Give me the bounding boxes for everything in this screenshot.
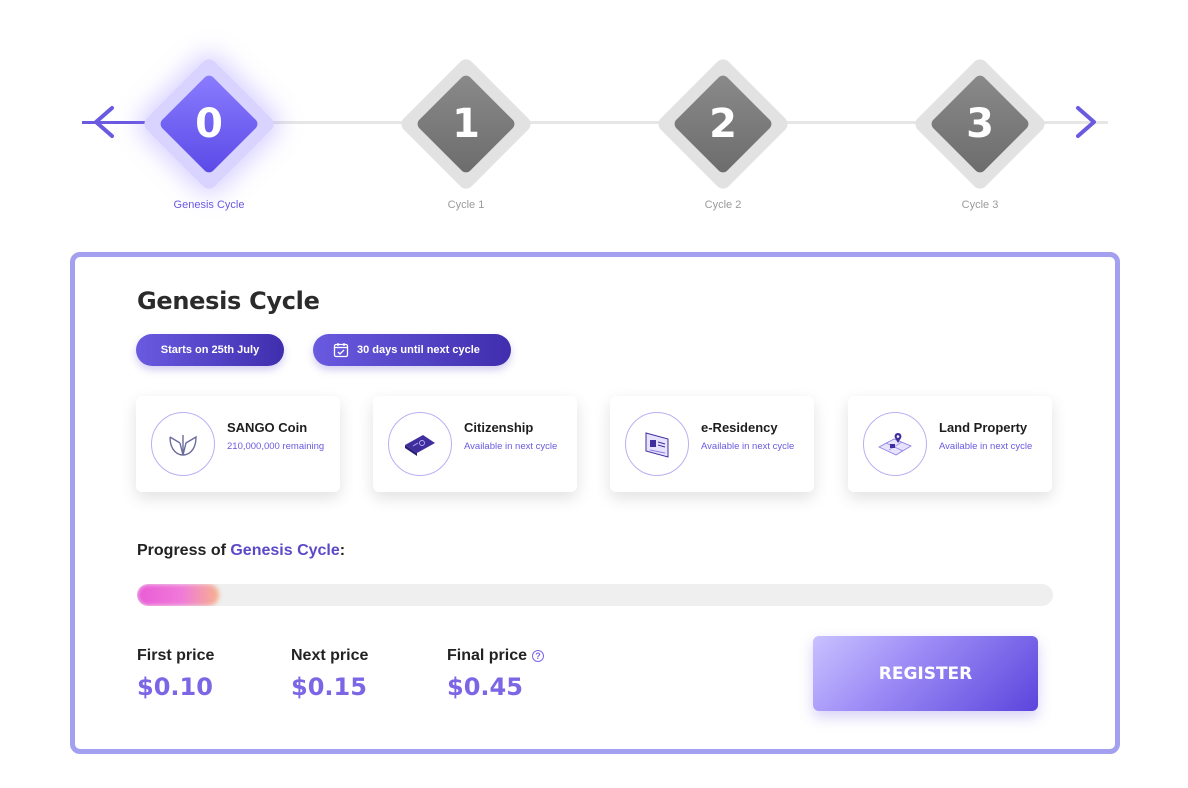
step-genesis-cycle[interactable]: 0 Genesis Cycle bbox=[129, 0, 289, 230]
id-card-icon bbox=[625, 412, 689, 476]
progress-bar bbox=[137, 584, 1053, 606]
chevron-right-icon[interactable] bbox=[1068, 104, 1102, 140]
passport-icon bbox=[388, 412, 452, 476]
progress-label-suffix: : bbox=[339, 542, 346, 559]
step-number: 0 bbox=[195, 101, 223, 147]
step-cycle-1[interactable]: 1 Cycle 1 bbox=[386, 0, 546, 230]
feature-subtitle: Available in next cycle bbox=[939, 441, 1033, 452]
price-value: $0.15 bbox=[291, 673, 367, 701]
feature-card-sango-coin: SANGO Coin 210,000,000 remaining bbox=[136, 396, 340, 492]
sango-coin-icon bbox=[151, 412, 215, 476]
step-label: Cycle 1 bbox=[447, 199, 485, 211]
feature-card-land-property: Land Property Available in next cycle bbox=[848, 396, 1052, 492]
progress-bar-fill bbox=[137, 584, 220, 606]
feature-card-citizenship: Citizenship Available in next cycle bbox=[373, 396, 577, 492]
progress-label: Progress of Genesis Cycle: bbox=[137, 542, 345, 560]
price-label-text: Next price bbox=[291, 647, 369, 664]
step-cycle-2[interactable]: 2 Cycle 2 bbox=[643, 0, 803, 230]
step-number: 3 bbox=[966, 101, 994, 147]
progress-label-cycle: Genesis Cycle bbox=[230, 542, 340, 559]
step-number: 1 bbox=[452, 101, 480, 147]
land-map-icon bbox=[863, 412, 927, 476]
first-price: First price $0.10 bbox=[137, 647, 214, 701]
feature-title: Land Property bbox=[939, 420, 1028, 435]
next-price: Next price $0.15 bbox=[291, 647, 368, 701]
feature-card-e-residency: e-Residency Available in next cycle bbox=[610, 396, 814, 492]
step-number: 2 bbox=[709, 101, 737, 147]
price-label-text: First price bbox=[137, 647, 215, 664]
start-date-text: Starts on 25th July bbox=[160, 344, 260, 356]
feature-subtitle: 210,000,000 remaining bbox=[227, 441, 325, 452]
feature-subtitle: Available in next cycle bbox=[701, 441, 795, 452]
price-label: Final price? bbox=[447, 647, 545, 665]
feature-title: Citizenship bbox=[464, 420, 534, 435]
feature-title: SANGO Coin bbox=[227, 420, 308, 435]
feature-title: e-Residency bbox=[701, 420, 778, 435]
price-value: $0.10 bbox=[137, 673, 213, 701]
price-value: $0.45 bbox=[447, 673, 523, 701]
step-label: Cycle 2 bbox=[704, 199, 742, 211]
days-remaining-text: 30 days until next cycle bbox=[357, 344, 480, 356]
cycle-stepper: 0 Genesis Cycle 1 Cycle 1 2 Cycle 2 3 Cy… bbox=[0, 0, 1188, 230]
register-button[interactable]: REGISTER bbox=[813, 636, 1038, 711]
help-icon[interactable]: ? bbox=[532, 650, 545, 662]
days-remaining-badge: 30 days until next cycle bbox=[313, 334, 511, 366]
card-title: Genesis Cycle bbox=[137, 287, 320, 315]
price-label: Next price bbox=[291, 647, 368, 665]
feature-subtitle: Available in next cycle bbox=[464, 441, 558, 452]
step-label: Genesis Cycle bbox=[173, 199, 245, 211]
chevron-left-icon[interactable] bbox=[88, 104, 122, 140]
price-label: First price bbox=[137, 647, 214, 665]
cycle-card: Genesis Cycle Starts on 25th July 30 day… bbox=[70, 252, 1120, 754]
start-date-badge: Starts on 25th July bbox=[136, 334, 284, 366]
final-price: Final price? $0.45 bbox=[447, 647, 545, 701]
step-cycle-3[interactable]: 3 Cycle 3 bbox=[900, 0, 1060, 230]
step-label: Cycle 3 bbox=[961, 199, 999, 211]
calendar-icon bbox=[333, 343, 349, 358]
price-label-text: Final price bbox=[447, 647, 528, 664]
progress-label-prefix: Progress of bbox=[137, 542, 231, 559]
